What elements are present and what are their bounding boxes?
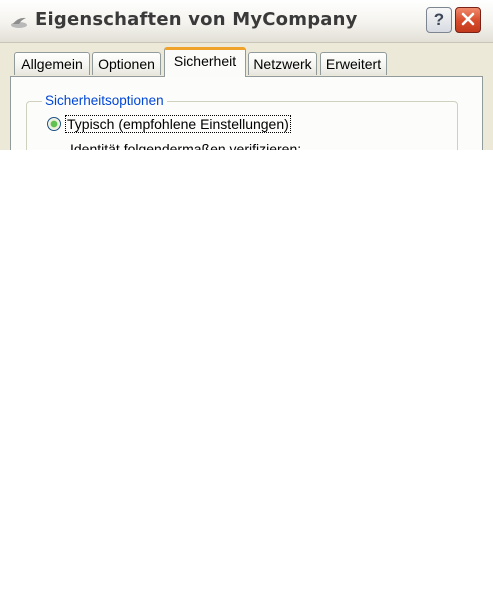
properties-dialog: Eigenschaften von MyCompany ? Allgemein … <box>0 0 493 150</box>
typical-option[interactable]: Typisch (empfohlene Einstellungen) <box>47 115 291 133</box>
radio-selected-icon[interactable] <box>47 117 61 131</box>
group-title: Sicherheitsoptionen <box>42 93 167 108</box>
tab-optionen[interactable]: Optionen <box>92 52 161 75</box>
close-button[interactable] <box>455 7 481 33</box>
tab-sicherheit[interactable]: Sicherheit <box>164 47 246 77</box>
title-bar[interactable]: Eigenschaften von MyCompany ? <box>0 0 493 43</box>
network-share-icon <box>10 14 28 28</box>
identity-verify-label: Identität folgendermaßen verifizieren: <box>70 141 302 150</box>
tab-strip: Allgemein Optionen Sicherheit Netzwerk E… <box>14 46 484 77</box>
typical-option-label[interactable]: Typisch (empfohlene Einstellungen) <box>65 115 291 133</box>
tab-netzwerk[interactable]: Netzwerk <box>248 52 317 75</box>
close-icon <box>461 11 475 30</box>
tab-allgemein[interactable]: Allgemein <box>14 52 90 75</box>
help-button[interactable]: ? <box>426 7 452 33</box>
window-title: Eigenschaften von MyCompany <box>35 9 358 30</box>
tab-erweitert[interactable]: Erweitert <box>320 52 387 75</box>
help-icon: ? <box>433 10 445 29</box>
